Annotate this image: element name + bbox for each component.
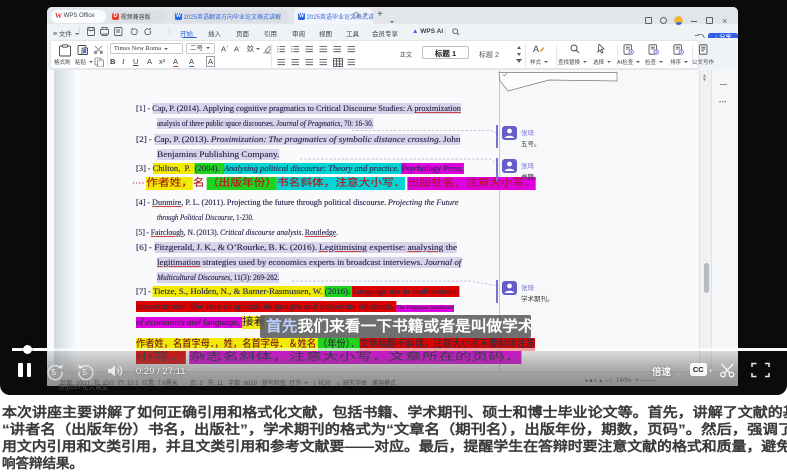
svg-text:5: 5: [83, 368, 88, 377]
svg-text:A: A: [533, 44, 539, 54]
svg-text:5: 5: [52, 368, 57, 377]
